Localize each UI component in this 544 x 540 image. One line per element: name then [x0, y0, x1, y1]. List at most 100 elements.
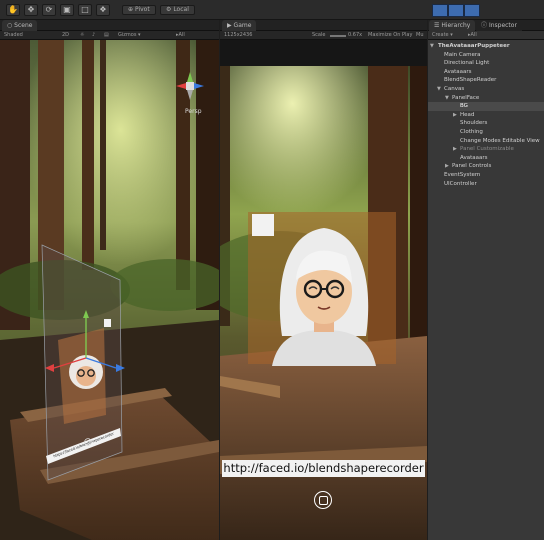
play-controls	[432, 4, 480, 17]
tree-row-directional-light[interactable]: Directional Light	[428, 59, 544, 68]
move-tool-icon[interactable]: ✥	[24, 4, 38, 16]
light-toggle-icon[interactable]: ☼	[80, 31, 84, 40]
gizmos-menu[interactable]: Gizmos ▾	[118, 31, 141, 40]
scene-forest-render: https://faced.io/blendshaperecorder	[0, 40, 219, 540]
maximize-on-play-toggle[interactable]: Maximize On Play	[368, 31, 412, 40]
game-panel: ▶ Game 1125x2436 Scale 0.67x Maximize On…	[220, 20, 427, 540]
mute-audio-toggle[interactable]: Mu	[416, 31, 423, 40]
tree-row-main-camera[interactable]: Main Camera	[428, 51, 544, 60]
tree-row-panel-controls[interactable]: ▶ Panel Controls	[428, 162, 544, 171]
scene-viewport[interactable]: https://faced.io/blendshaperecorder Pers…	[0, 40, 219, 540]
tab-inspector[interactable]: ⓘ Inspector	[476, 20, 522, 31]
main-toolbar: ✋ ✥ ⟳ ▣ □ ❖ ⊕ Pivot ⚙ Local	[0, 0, 544, 20]
hierarchy-tree: ▼ TheAvataaarPuppeteer Main Camera Direct…	[428, 40, 544, 540]
local-label: Local	[173, 6, 189, 13]
tree-row-label: Panel Customizable	[460, 146, 514, 153]
inspector-tab-icon: ⓘ	[481, 22, 488, 29]
rect-tool-icon[interactable]: □	[78, 4, 92, 16]
tree-row-avataaars-child[interactable]: Avataaars	[428, 154, 544, 163]
game-tab-row: ▶ Game	[220, 20, 427, 31]
hierarchy-panel: ☰ Hierarchy ⓘ Inspector Create ▾ ▸All ▼ T…	[428, 20, 544, 540]
tree-row-eventsystem[interactable]: EventSystem	[428, 171, 544, 180]
url-banner: http://faced.io/blendshaperecorder	[222, 460, 425, 477]
tree-row-label: BlendShapeReader	[444, 77, 497, 84]
tree-row-label: Avataaars	[444, 68, 472, 75]
tree-row-label: Main Camera	[444, 51, 481, 58]
hierarchy-search-input[interactable]: ▸All	[468, 31, 477, 40]
tree-row-label: EventSystem	[444, 171, 481, 178]
shading-mode-select[interactable]: Shaded	[4, 31, 23, 40]
orientation-gizmo-icon[interactable]	[172, 68, 208, 104]
scene-control-bar: Shaded 2D ☼ ♪ ▤ Gizmos ▾ ▸All	[0, 31, 219, 40]
tree-row-uicontroller[interactable]: UIController	[428, 180, 544, 189]
play-button[interactable]	[432, 4, 448, 17]
hierarchy-control-bar: Create ▾ ▸All	[428, 31, 544, 40]
tree-row-label: Clothing	[460, 128, 483, 135]
expand-arrow-icon[interactable]: ▶	[445, 162, 449, 171]
scene-tab-icon: ○	[7, 22, 13, 29]
tree-row-label: Canvas	[444, 85, 465, 92]
expand-arrow-icon[interactable]: ▶	[453, 145, 457, 154]
tree-row-label: Shoulders	[460, 120, 488, 127]
pivot-icon: ⊕	[128, 6, 134, 13]
tree-row-panel-customizable[interactable]: ▶ Panel Customizable	[428, 145, 544, 154]
game-viewport: http://faced.io/blendshaperecorder	[220, 40, 427, 540]
tab-game[interactable]: ▶ Game	[222, 20, 257, 31]
expand-arrow-icon[interactable]: ▶	[453, 111, 457, 120]
pause-button[interactable]	[448, 4, 464, 17]
tree-row-label: Directional Light	[444, 60, 490, 67]
tree-row-label: BG	[460, 103, 468, 110]
effects-toggle-icon[interactable]: ▤	[104, 31, 109, 40]
tree-row-scene[interactable]: ▼ TheAvataaarPuppeteer	[428, 42, 544, 51]
scale-tool-icon[interactable]: ▣	[60, 4, 74, 16]
tree-row-panelface[interactable]: ▼ PanelFace	[428, 94, 544, 103]
tree-row-head[interactable]: ▶ Head	[428, 111, 544, 120]
scale-value: 0.67x	[348, 32, 363, 38]
tree-row-label: Panel Controls	[452, 163, 492, 170]
tree-row-bg[interactable]: BG	[428, 102, 544, 111]
game-render: http://faced.io/blendshaperecorder	[220, 66, 427, 540]
tree-row-label: Head	[460, 111, 475, 118]
audio-toggle-icon[interactable]: ♪	[92, 31, 95, 40]
tree-row-label: Change Modes Editable View	[460, 137, 540, 144]
hierarchy-tab-icon: ☰	[434, 22, 440, 29]
inspector-tab-label: Inspector	[488, 22, 517, 29]
pivot-toggle-button[interactable]: ⊕ Pivot	[122, 5, 156, 15]
create-menu-button[interactable]: Create ▾	[432, 31, 453, 40]
local-icon: ⚙	[166, 6, 172, 13]
tree-row-blendshapereader[interactable]: BlendShapeReader	[428, 76, 544, 85]
persp-label[interactable]: Persp	[185, 108, 202, 115]
game-tab-icon: ▶	[227, 22, 232, 29]
scale-label: Scale	[312, 32, 326, 38]
tree-row-canvas[interactable]: ▼ Canvas	[428, 85, 544, 94]
scene-search-input[interactable]: ▸All	[176, 31, 185, 40]
game-control-bar: 1125x2436 Scale 0.67x Maximize On Play M…	[220, 31, 427, 40]
tree-row-clothing[interactable]: Clothing	[428, 128, 544, 137]
tree-row-label: TheAvataaarPuppeteer	[438, 43, 510, 49]
expand-arrow-icon[interactable]: ▼	[445, 94, 449, 103]
tree-row-avataaars[interactable]: Avataaars	[428, 68, 544, 77]
scene-tab-label: Scene	[14, 22, 33, 29]
step-button[interactable]	[464, 4, 480, 17]
resolution-select[interactable]: 1125x2436	[224, 31, 252, 40]
expand-arrow-icon[interactable]: ▼	[437, 85, 441, 94]
scale-slider[interactable]	[330, 35, 346, 37]
hierarchy-tab-label: Hierarchy	[441, 22, 471, 29]
rotate-tool-icon[interactable]: ⟳	[42, 4, 56, 16]
tab-hierarchy[interactable]: ☰ Hierarchy	[429, 20, 476, 31]
tree-row-label: PanelFace	[452, 94, 480, 101]
tab-scene[interactable]: ○ Scene	[2, 20, 38, 31]
scene-panel: ○ Scene Shaded 2D ☼ ♪ ▤ Gizmos ▾ ▸All ht…	[0, 20, 219, 540]
tree-row-label: Avataaars	[460, 154, 488, 161]
scene-tab-row: ○ Scene	[0, 20, 219, 31]
hand-tool-icon[interactable]: ✋	[6, 4, 20, 16]
transform-tool-icon[interactable]: ❖	[96, 4, 110, 16]
pivot-label: Pivot	[134, 6, 150, 13]
expand-arrow-icon[interactable]: ▼	[430, 42, 434, 51]
tree-row-label: UIController	[444, 180, 477, 187]
record-button[interactable]	[314, 491, 332, 509]
tree-row-change-modes[interactable]: Change Modes Editable View	[428, 137, 544, 146]
local-toggle-button[interactable]: ⚙ Local	[160, 5, 195, 15]
mode-2d-toggle[interactable]: 2D	[62, 31, 69, 40]
tree-row-shoulders[interactable]: Shoulders	[428, 119, 544, 128]
